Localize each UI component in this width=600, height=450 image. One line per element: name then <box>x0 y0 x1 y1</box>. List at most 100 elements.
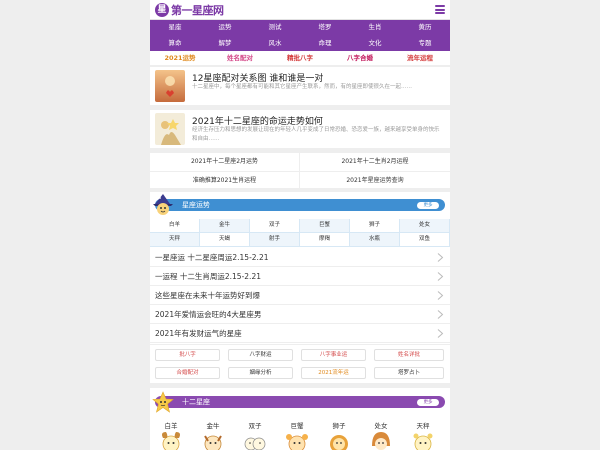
zodiac-item[interactable]: 天秤 <box>402 418 444 450</box>
zodiac-name: 巨蟹 <box>290 422 304 430</box>
nav-item-ceshi[interactable]: 测试 <box>250 20 300 36</box>
nav-item-mingli[interactable]: 命理 <box>300 36 350 52</box>
nav-item-shengxiao[interactable]: 生肖 <box>350 20 400 36</box>
sign-link[interactable]: 金牛 <box>200 219 250 233</box>
list-item[interactable]: 一星座运 十二星座周运2.15-2.21 <box>150 248 450 267</box>
zodiac-item[interactable]: 双子 <box>234 418 276 450</box>
sign-link[interactable]: 巨蟹 <box>300 219 350 233</box>
article-thumbnail-image <box>155 113 185 145</box>
list-item[interactable]: 一运程 十二生肖周运2.15-2.21 <box>150 267 450 286</box>
sign-link[interactable]: 天秤 <box>150 233 200 247</box>
hamburger-menu-icon[interactable] <box>435 5 445 14</box>
article-card[interactable]: 12星座配对关系图 谁和谁是一对 十二星座中，每个星座都有可能和其它星座产生联系… <box>150 67 450 105</box>
cancer-icon <box>286 434 308 450</box>
sign-link[interactable]: 天蝎 <box>200 233 250 247</box>
nav-item-yunshi[interactable]: 运势 <box>200 20 250 36</box>
mobile-page: 星 第一星座网 星座 运势 测试 塔罗 生肖 黄历 算命 解梦 风水 命理 文化… <box>150 0 450 450</box>
zodiac-item[interactable]: 狮子 <box>318 418 360 450</box>
logo-icon: 星 <box>155 3 169 17</box>
more-button[interactable]: 更多 <box>417 201 439 209</box>
gemini-icon <box>244 437 266 450</box>
zodiac-sign-table: 白羊 金牛 双子 巨蟹 狮子 处女 天秤 天蝎 射手 摩羯 水瓶 双鱼 <box>150 219 450 247</box>
zodiac-name: 白羊 <box>164 422 178 430</box>
article-card[interactable]: 2021年十二星座的命运走势如何 经济生存压力和思想的发展让现在的年轻人几乎变成… <box>150 110 450 148</box>
hot-link[interactable]: 姓名配对 <box>210 51 270 65</box>
zodiac-item[interactable]: 处女 <box>360 418 402 450</box>
more-button[interactable]: 更多 <box>417 398 439 406</box>
zodiac-icons-row: 白羊 金牛 双子 巨蟹 狮子 处女 天秤 <box>150 418 450 450</box>
hot-link[interactable]: 2021运势 <box>150 51 210 65</box>
article-description: 十二星座中，每个星座都有可能和其它星座产生联系，然而，有的星座即使很久在一起…… <box>192 84 413 90</box>
quick-link[interactable]: 准确推算2021生肖运程 <box>150 171 300 190</box>
sign-link[interactable]: 射手 <box>250 233 300 247</box>
section-title: 十二星座 <box>182 398 210 406</box>
zodiac-name: 天秤 <box>416 422 430 430</box>
chevron-right-icon <box>437 310 444 319</box>
quick-link[interactable]: 2021年十二生肖2月运程 <box>300 152 450 171</box>
zodiac-name: 金牛 <box>206 422 220 430</box>
sign-link[interactable]: 水瓶 <box>350 233 400 247</box>
list-item-text: 2021年爱情运会旺的4大星座男 <box>155 310 262 319</box>
nav-item-jiemeng[interactable]: 解梦 <box>200 36 250 52</box>
list-item[interactable]: 2021年有发财运气的星座 <box>150 324 450 343</box>
star-mascot-icon <box>152 391 174 413</box>
list-item[interactable]: 2021年爱情运会旺的4大星座男 <box>150 305 450 324</box>
nav-item-zhuanti[interactable]: 专题 <box>400 36 450 52</box>
fortune-tags: 批八字 八字财运 八字事业运 姓名详批 合婚配对 姻缘分析 2021流年运 塔罗… <box>150 345 450 383</box>
chevron-right-icon <box>437 329 444 338</box>
list-item-text: 2021年有发财运气的星座 <box>155 329 242 338</box>
sign-link[interactable]: 白羊 <box>150 219 200 233</box>
wizard-mascot-icon <box>153 194 173 215</box>
chevron-right-icon <box>437 272 444 281</box>
virgo-icon <box>372 432 390 450</box>
sign-link[interactable]: 摩羯 <box>300 233 350 247</box>
section-title: 星座运势 <box>182 201 210 209</box>
tag-link[interactable]: 八字财运 <box>228 349 293 361</box>
hot-link[interactable]: 流年运程 <box>390 51 450 65</box>
chevron-right-icon <box>437 291 444 300</box>
nav-row-2: 算命 解梦 风水 命理 文化 专题 <box>150 36 450 52</box>
list-item-text: 一运程 十二生肖周运2.15-2.21 <box>155 272 261 281</box>
list-item-text: 这些星座在未来十年运势好到爆 <box>155 291 260 300</box>
sign-link[interactable]: 狮子 <box>350 219 400 233</box>
article-thumbnail-image <box>155 70 185 102</box>
hot-link[interactable]: 精批八字 <box>270 51 330 65</box>
sign-link[interactable]: 处女 <box>400 219 450 233</box>
quick-link[interactable]: 2021年星座运势查询 <box>300 171 450 190</box>
zodiac-name: 狮子 <box>332 422 346 430</box>
zodiac-item[interactable]: 白羊 <box>150 418 192 450</box>
tag-link[interactable]: 姻缘分析 <box>228 367 293 379</box>
libra-icon <box>413 433 433 450</box>
tag-link[interactable]: 八字事业运 <box>301 349 366 361</box>
leo-icon <box>330 435 348 450</box>
nav-item-fengshui[interactable]: 风水 <box>250 36 300 52</box>
quick-link[interactable]: 2021年十二星座2月运势 <box>150 152 300 171</box>
site-logo[interactable]: 星 第一星座网 <box>155 2 224 18</box>
tag-link[interactable]: 姓名详批 <box>374 349 444 361</box>
nav-row-1: 星座 运势 测试 塔罗 生肖 黄历 <box>150 20 450 36</box>
list-item[interactable]: 这些星座在未来十年运势好到爆 <box>150 286 450 305</box>
aries-icon <box>162 432 180 450</box>
sign-link[interactable]: 双鱼 <box>400 233 450 247</box>
logo-text: 第一星座网 <box>171 4 224 17</box>
zodiac-item[interactable]: 巨蟹 <box>276 418 318 450</box>
hot-links-bar: 2021运势 姓名配对 精批八字 八字合婚 流年运程 <box>150 51 450 66</box>
sign-link[interactable]: 双子 <box>250 219 300 233</box>
tag-link[interactable]: 合婚配对 <box>155 367 220 379</box>
quick-links-grid: 2021年十二星座2月运势 2021年十二生肖2月运程 准确推算2021生肖运程… <box>150 152 450 190</box>
main-nav: 星座 运势 测试 塔罗 生肖 黄历 算命 解梦 风水 命理 文化 专题 <box>150 20 450 51</box>
tag-link[interactable]: 2021流年运 <box>301 367 366 379</box>
hot-link[interactable]: 八字合婚 <box>330 51 390 65</box>
nav-item-xingzuo[interactable]: 星座 <box>150 20 200 36</box>
site-header: 星 第一星座网 <box>150 0 450 20</box>
zodiac-item[interactable]: 金牛 <box>192 418 234 450</box>
article-description: 经济生存压力和思想的发展让现在的年轻人几乎变成了日常恐婚、恐恋爱一族，越来越享受… <box>192 127 440 142</box>
zodiac-section-header: 十二星座 更多 <box>155 396 445 408</box>
tag-link[interactable]: 批八字 <box>155 349 220 361</box>
taurus-icon <box>204 435 222 450</box>
tag-link[interactable]: 塔罗占卜 <box>374 367 444 379</box>
nav-item-wenhua[interactable]: 文化 <box>350 36 400 52</box>
nav-item-huangli[interactable]: 黄历 <box>400 20 450 36</box>
nav-item-taluo[interactable]: 塔罗 <box>300 20 350 36</box>
nav-item-suanming[interactable]: 算命 <box>150 36 200 52</box>
